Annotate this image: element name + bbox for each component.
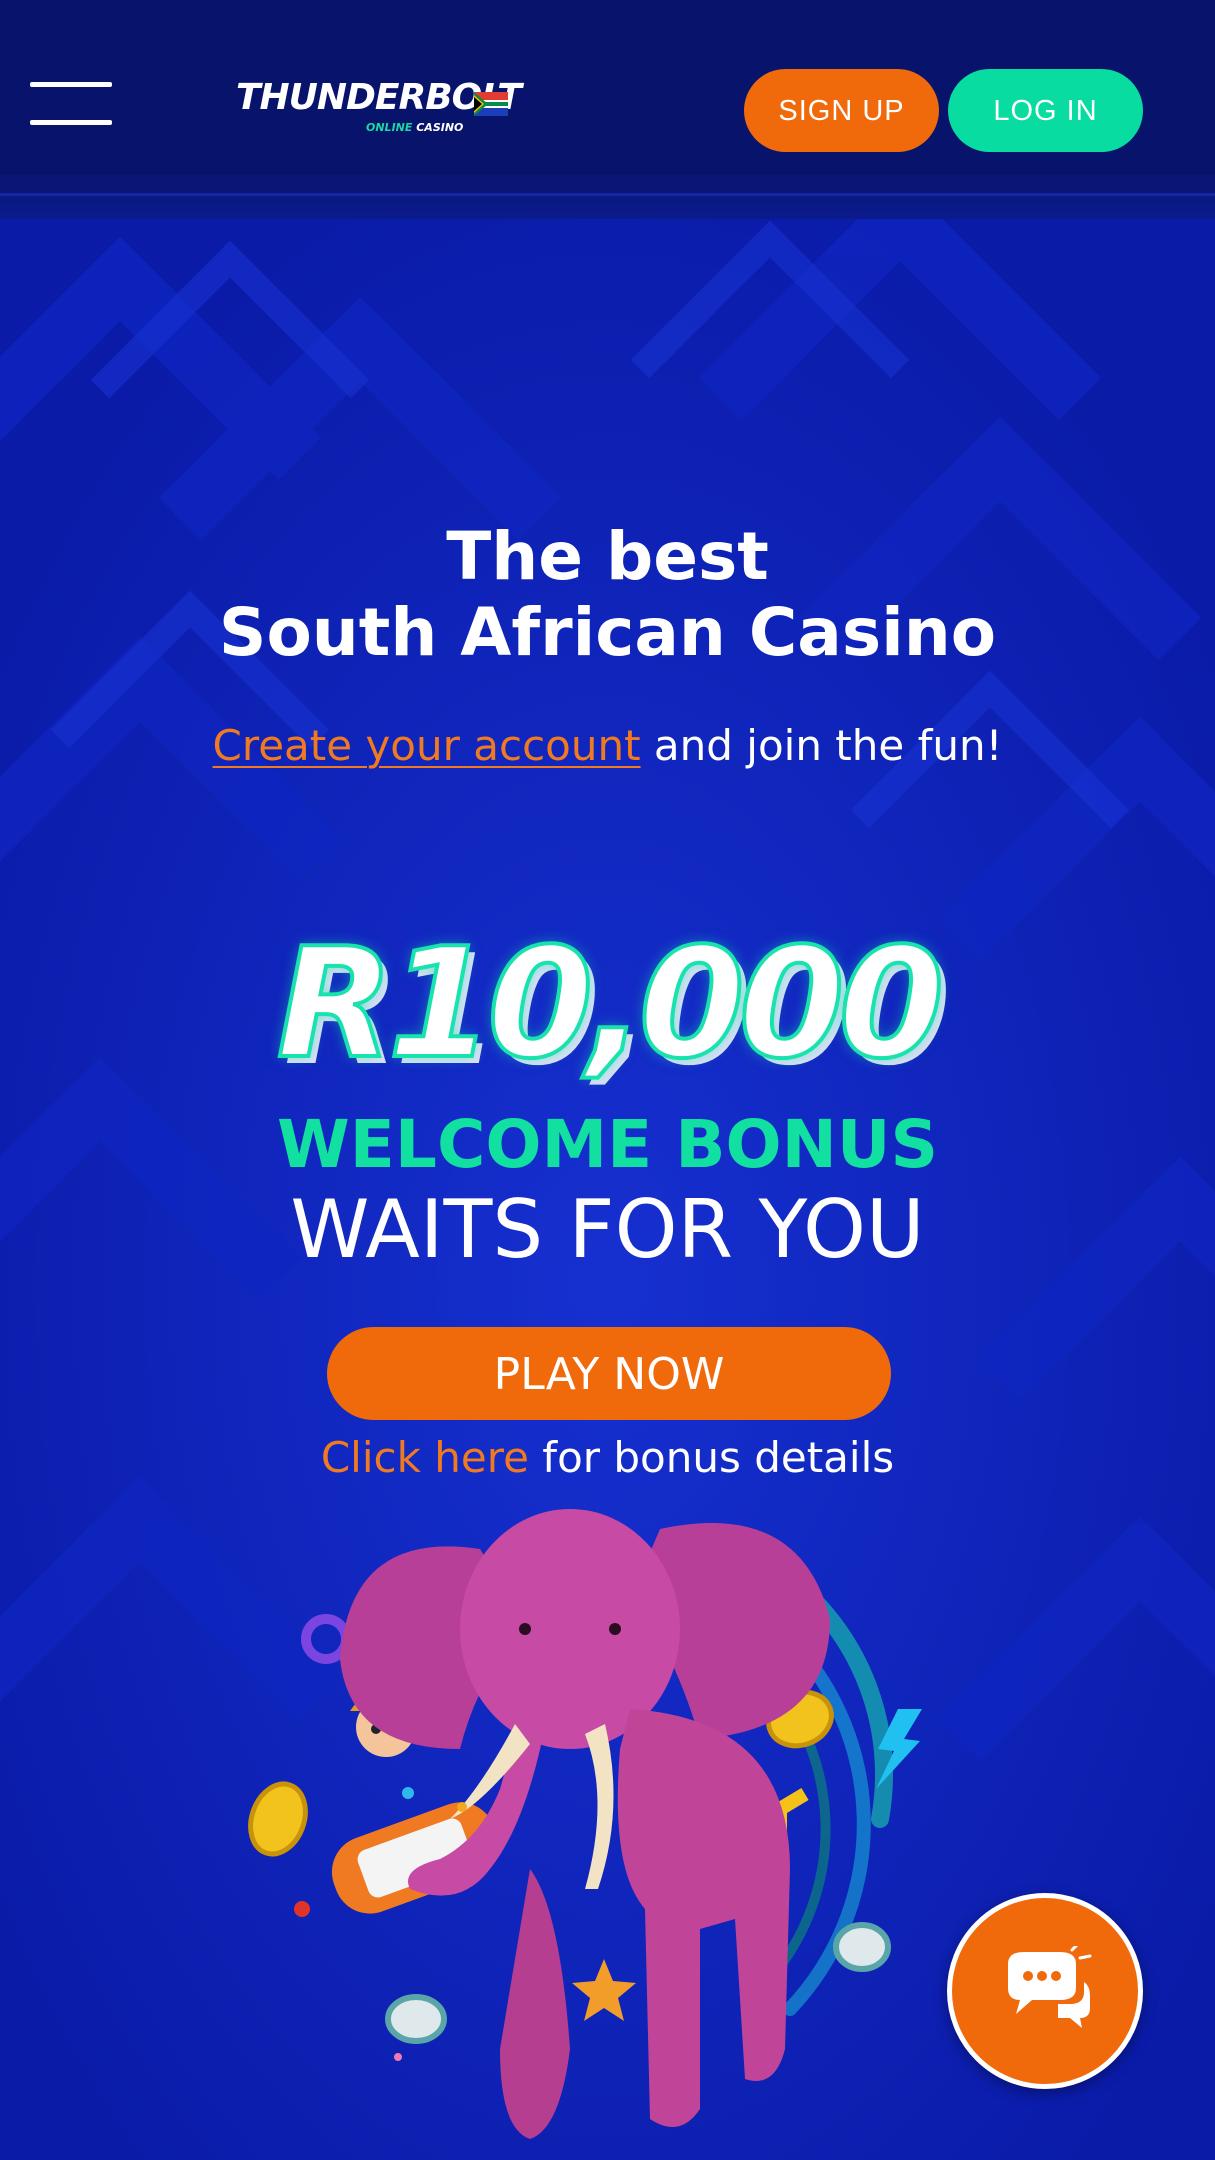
bonus-details-line: Click here for bonus details [0, 1431, 1215, 1485]
logo-online: ONLINE [366, 121, 413, 134]
bonus-subtitle: WAITS FOR YOU [290, 1183, 925, 1276]
chat-button[interactable] [947, 1893, 1143, 2089]
headline-line-1: The best [446, 518, 769, 595]
page-title: The best South African Casino [0, 519, 1215, 671]
create-account-link[interactable]: Create your account [213, 721, 641, 770]
create-account-rest: and join the fun! [640, 721, 1003, 770]
signup-button[interactable]: SIGN UP [744, 69, 939, 152]
create-account-line: Create your account and join the fun! [0, 719, 1215, 773]
chat-bubbles-icon [1008, 1946, 1092, 2028]
hero-section: The best South African Casino Create you… [0, 219, 1215, 2160]
bonus-title: WELCOME BONUS [277, 1106, 938, 1183]
headline-line-2: South African Casino [218, 594, 997, 671]
bonus-details-link[interactable]: Click here [321, 1433, 529, 1482]
site-header: THUNDERBOLT ONLINE CASINO SIGN UP LOG IN [0, 0, 1215, 175]
logo-subtitle: ONLINE CASINO [366, 122, 463, 134]
pink-elephant-casino-illustration [248, 1509, 922, 2139]
header-divider [0, 175, 1215, 219]
menu-bar-bottom [30, 120, 112, 125]
menu-bar-top [30, 82, 112, 87]
hamburger-menu-icon[interactable] [30, 82, 112, 128]
logo-casino: CASINO [416, 121, 464, 134]
site-logo[interactable]: THUNDERBOLT ONLINE CASINO [236, 72, 522, 142]
login-button[interactable]: LOG IN [948, 69, 1143, 152]
south-africa-flag-icon [474, 92, 508, 116]
bonus-amount: R10,000 [275, 915, 947, 1092]
play-now-button[interactable]: PLAY NOW [327, 1327, 891, 1420]
bonus-details-rest: for bonus details [528, 1433, 895, 1482]
